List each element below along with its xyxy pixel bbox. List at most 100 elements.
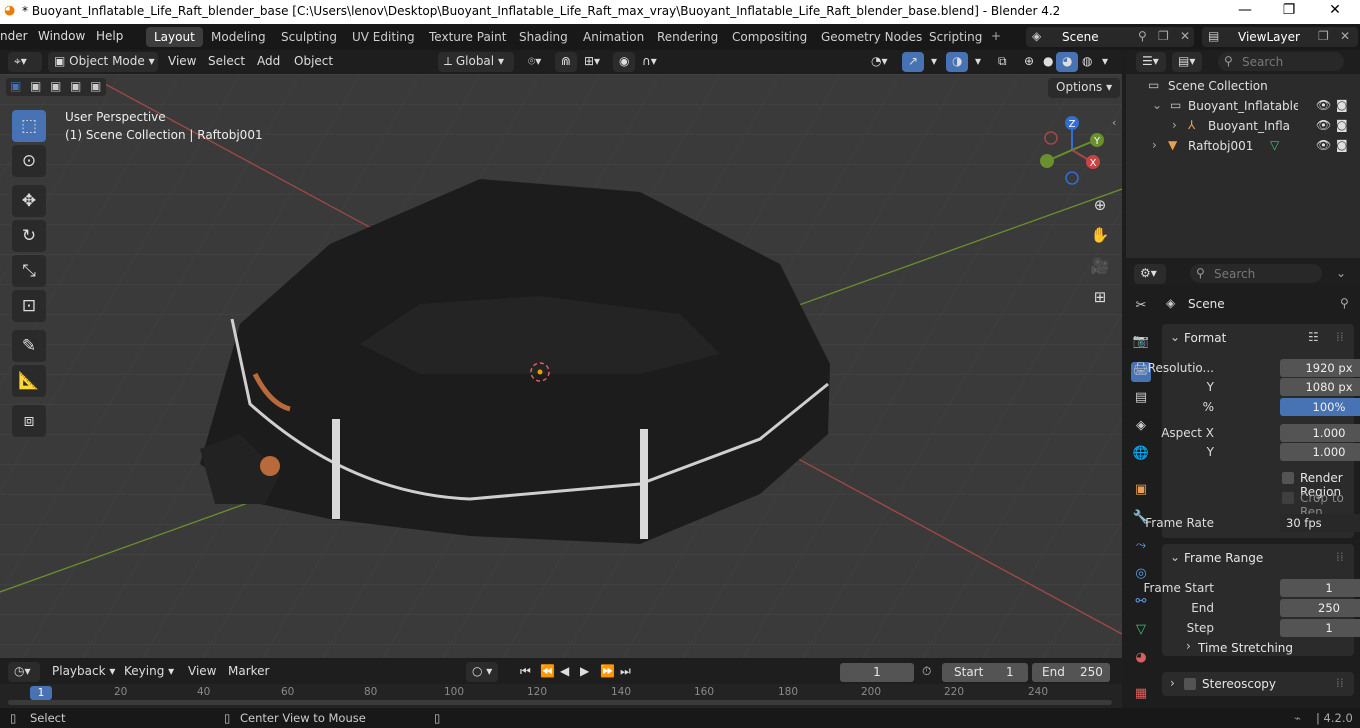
frame-end-field[interactable]: 250 (1280, 599, 1360, 617)
navigation-gizmo[interactable]: Z Y X (1036, 112, 1112, 188)
tab-animation[interactable]: Animation (575, 27, 652, 47)
frame-step-field[interactable]: 1 (1280, 619, 1360, 637)
snap-target-icon[interactable]: ⊞▾ (578, 52, 606, 72)
camera-view-icon[interactable]: 🎥 (1087, 253, 1113, 279)
data-tab-icon[interactable]: ▽ (1131, 622, 1151, 642)
object-tab-icon[interactable]: ▣ (1131, 482, 1151, 502)
select-box-tool-icon[interactable]: ⬚ (12, 110, 46, 142)
time-stretching-subpanel[interactable]: Time Stretching (1198, 641, 1293, 655)
outliner-row-buoyant-collection[interactable]: ⌄ ▭ Buoyant_Inflatable 👁 ◙ (1126, 96, 1360, 116)
resolution-x-field[interactable]: 1920 px (1280, 359, 1360, 377)
tab-shading[interactable]: Shading (511, 27, 576, 47)
select-extend-icon[interactable]: ▣ (30, 79, 41, 93)
chevron-down-icon[interactable]: ⌄ (1170, 330, 1180, 344)
perspective-toggle-icon[interactable]: ⊞ (1087, 284, 1113, 310)
camera-icon[interactable]: ◙ (1336, 98, 1348, 112)
tab-geometry-nodes[interactable]: Geometry Nodes (813, 27, 930, 47)
aspect-y-field[interactable]: 1.000 (1280, 443, 1360, 461)
menu-view[interactable]: View (182, 662, 222, 682)
select-new-icon[interactable]: ▣ (10, 79, 21, 93)
gizmo-toggle-icon[interactable]: ↗ (902, 52, 925, 72)
select-intersect-icon[interactable]: ▣ (90, 79, 101, 93)
viewport-scene[interactable] (0, 74, 1122, 658)
drag-handle-icon[interactable]: ⁞⁞ (1336, 676, 1344, 690)
new-view-layer-icon[interactable]: ❐ (1318, 29, 1329, 43)
tab-sculpting[interactable]: Sculpting (273, 27, 345, 47)
outliner-editor-type-icon[interactable]: ☰▾ (1136, 52, 1166, 72)
aspect-x-field[interactable]: 1.000 (1280, 424, 1360, 442)
overlay-dropdown-icon[interactable]: ▾ (969, 52, 987, 72)
menu-keying[interactable]: Keying ▾ (118, 662, 180, 682)
eye-icon[interactable]: 👁 (1316, 98, 1331, 112)
zoom-icon[interactable]: ⊕ (1087, 192, 1113, 218)
display-mode-icon[interactable]: ▤▾ (1172, 52, 1202, 72)
tab-layout[interactable]: Layout (146, 27, 203, 47)
scene-selector[interactable]: ◈ Scene ⚲ ❐ ✕ (1026, 27, 1194, 47)
outliner-row-buoyant-armature[interactable]: › ⅄ Buoyant_Inflata 👁 ◙ (1126, 116, 1360, 136)
shading-dropdown-icon[interactable]: ▾ (1096, 52, 1114, 72)
pan-hand-icon[interactable]: ✋ (1087, 222, 1113, 248)
frame-start-field[interactable]: 1 (1280, 579, 1360, 597)
tab-compositing[interactable]: Compositing (724, 27, 815, 47)
menu-object[interactable]: Object (288, 52, 339, 72)
overlay-toggle-icon[interactable]: ◑ (946, 52, 969, 72)
delete-view-layer-icon[interactable]: ✕ (1340, 29, 1350, 43)
format-panel-title[interactable]: Format (1184, 331, 1226, 345)
mode-dropdown[interactable]: ▣ Object Mode ▾ (48, 52, 158, 72)
constraints-tab-icon[interactable]: ⚯ (1131, 594, 1151, 614)
selection-mode-group[interactable]: ▣ ▣ ▣ ▣ ▣ (6, 78, 106, 96)
stereoscopy-title[interactable]: Stereoscopy (1202, 677, 1276, 691)
options-dropdown[interactable]: Options ▾ (1048, 78, 1121, 98)
menu-window[interactable]: Window (38, 29, 85, 43)
menu-playback[interactable]: Playback ▾ (46, 662, 121, 682)
menu-help[interactable]: Help (96, 29, 123, 43)
render-tab-icon[interactable]: 📷 (1131, 334, 1151, 354)
properties-options-icon[interactable]: ⌄ (1336, 266, 1346, 280)
view-layer-selector[interactable]: ▤ ViewLayer ❐ ✕ (1202, 27, 1358, 47)
eye-icon[interactable]: 👁 (1316, 118, 1331, 132)
start-frame-field[interactable]: Start 1 (942, 663, 1028, 682)
current-frame-field[interactable]: 1 (840, 663, 914, 682)
cursor-tool-icon[interactable]: ⊙ (12, 145, 46, 177)
scene-tab-icon[interactable]: ◈ (1131, 418, 1151, 438)
menu-marker[interactable]: Marker (222, 662, 275, 682)
gizmo-dropdown-icon[interactable]: ▾ (925, 52, 943, 72)
menu-render[interactable]: nder (0, 29, 28, 43)
minimize-button[interactable]: — (1222, 2, 1268, 18)
tool-tab-icon[interactable]: ✂ (1131, 298, 1151, 318)
xray-toggle-icon[interactable]: ⧉ (992, 52, 1013, 72)
visibility-icon[interactable]: ◔▾ (865, 52, 894, 72)
pivot-point-icon[interactable]: ⌾▾ (522, 52, 547, 72)
resolution-y-field[interactable]: 1080 px (1280, 378, 1360, 396)
pin-icon[interactable]: ⚲ (1138, 29, 1147, 43)
world-tab-icon[interactable]: 🌐 (1131, 446, 1151, 466)
delete-scene-icon[interactable]: ✕ (1180, 29, 1190, 43)
chevron-down-icon[interactable]: ⌄ (1170, 550, 1180, 564)
select-subtract-icon[interactable]: ▣ (50, 79, 61, 93)
frame-range-title[interactable]: Frame Range (1184, 551, 1263, 565)
tab-texture-paint[interactable]: Texture Paint (421, 27, 514, 47)
frame-rate-dropdown[interactable]: 30 fps ⌄ (1280, 514, 1360, 532)
material-tab-icon[interactable]: ◕ (1131, 650, 1151, 670)
camera-icon[interactable]: ◙ (1336, 118, 1348, 132)
add-cube-tool-icon[interactable]: ⧈ (12, 405, 46, 437)
move-tool-icon[interactable]: ✥ (12, 185, 46, 217)
sidebar-toggle-icon[interactable]: ‹ (1112, 116, 1116, 129)
pin-icon[interactable]: ⚲ (1340, 296, 1349, 310)
resolution-percent-slider[interactable]: 100% (1280, 398, 1360, 416)
measure-tool-icon[interactable]: 📐 (12, 365, 46, 397)
rotate-tool-icon[interactable]: ↻ (12, 220, 46, 252)
stereoscopy-checkbox[interactable] (1184, 678, 1196, 690)
tab-modeling[interactable]: Modeling (203, 27, 274, 47)
drag-handle-icon[interactable]: ⁞⁞ (1336, 330, 1344, 344)
close-button[interactable]: ✕ (1312, 2, 1358, 18)
menu-add[interactable]: Add (251, 52, 286, 72)
play-reverse-icon[interactable]: ◀ (554, 662, 575, 682)
menu-view[interactable]: View (162, 52, 202, 72)
presets-icon[interactable]: ☷ (1308, 330, 1319, 344)
crop-checkbox[interactable] (1282, 492, 1294, 504)
new-scene-icon[interactable]: ❐ (1158, 29, 1169, 43)
mesh-data-icon[interactable]: ▽ (1270, 138, 1279, 152)
proportional-edit-icon[interactable]: ◉ (613, 52, 636, 72)
scale-tool-icon[interactable]: ⤡ (12, 255, 46, 287)
